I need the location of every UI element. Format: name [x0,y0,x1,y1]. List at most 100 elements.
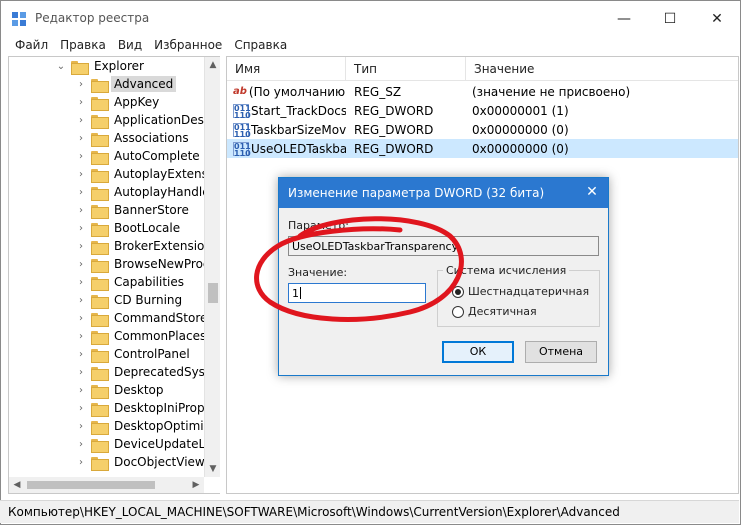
dword-value-icon: 011 110 [233,103,251,118]
radio-unchecked-icon[interactable] [452,305,464,318]
list-row[interactable]: ab (По умолчанию) REG_SZ (значение не присв… [227,82,738,101]
tree-item[interactable]: › DocObjectView [75,453,208,471]
number-base-group [437,270,600,327]
column-header-type[interactable]: Тип [346,57,466,81]
scrollbar-thumb[interactable] [208,283,218,303]
text-caret [300,287,301,299]
column-header-name[interactable]: Имя [227,57,346,81]
menu-edit[interactable]: Правка [54,37,112,57]
radio-decimal[interactable]: Десятичная [452,305,537,318]
tree-item-label: BannerStore [114,203,189,217]
chevron-right-icon[interactable]: › [75,133,87,144]
registry-tree[interactable]: ⌄ Explorer › Advanced › AppKey › ApplicationD… [8,56,220,494]
scrollbar-thumb[interactable] [27,481,155,489]
radio-hexadecimal[interactable]: Шестнадцатеричная [452,285,589,298]
cancel-button[interactable]: Отмена [525,341,597,363]
tree-item[interactable]: › BootLocale [75,219,183,237]
maximize-button[interactable]: ☐ [647,1,693,37]
chevron-right-icon[interactable]: › [75,187,87,198]
folder-icon [91,330,109,345]
chevron-right-icon[interactable]: › [75,115,87,126]
chevron-right-icon[interactable]: › [75,439,87,450]
chevron-right-icon[interactable]: › [75,169,87,180]
tree-item[interactable]: › ControlPanel [75,345,193,363]
tree-item[interactable]: › DesktopOptimiza [75,417,220,435]
folder-icon [91,240,109,255]
tree-item[interactable]: › DesktopIniProper [75,399,220,417]
tree-item[interactable]: › BrokerExtensions [75,237,220,255]
scroll-left-arrow-icon[interactable]: ◀ [9,477,25,493]
scroll-right-arrow-icon[interactable]: ▶ [188,477,204,493]
chevron-right-icon[interactable]: › [75,79,87,90]
tree-item[interactable]: › CD Burning [75,291,185,309]
tree-item[interactable]: › Capabilities [75,273,187,291]
menu-file[interactable]: Файл [9,37,54,57]
folder-icon [91,276,109,291]
chevron-right-icon[interactable]: › [75,241,87,252]
tree-horizontal-scrollbar[interactable]: ◀ ▶ [9,477,204,493]
chevron-right-icon[interactable]: › [75,295,87,306]
minimize-button[interactable]: — [601,1,647,37]
tree-item[interactable]: › AutoplayHandlers [75,183,220,201]
dword-value-icon: 011 110 [233,141,251,156]
chevron-right-icon[interactable]: › [75,403,87,414]
tree-item[interactable]: › Desktop [75,381,167,399]
dialog-title[interactable]: Изменение параметра DWORD (32 бита) [279,178,608,208]
cell-name: 011 110 TaskbarSizeMove [227,122,346,137]
tree-item[interactable]: › DeprecatedSystem [75,363,220,381]
ok-button[interactable]: ОК [442,341,514,363]
chevron-right-icon[interactable]: › [75,223,87,234]
scroll-down-arrow-icon[interactable]: ▼ [205,461,221,477]
tree-item[interactable]: › BannerStore [75,201,192,219]
tree-item[interactable]: › CommandStore [75,309,210,327]
cell-name: ab (По умолчанию) [227,85,346,99]
close-button[interactable]: ✕ [694,1,740,37]
cell-data: (значение не присвоено) [472,84,631,99]
chevron-right-icon[interactable]: › [75,277,87,288]
chevron-right-icon[interactable]: › [75,349,87,360]
tree-item[interactable]: › BrowseNewProce [75,255,220,273]
chevron-right-icon[interactable]: › [75,259,87,270]
tree-item[interactable]: › CommonPlaces [75,327,209,345]
column-header-data[interactable]: Значение [466,57,738,81]
chevron-right-icon[interactable]: › [75,331,87,342]
tree-item[interactable]: › Associations [75,129,192,147]
chevron-right-icon[interactable]: › [75,457,87,468]
tree-item-label: ControlPanel [114,347,190,361]
tree-item-label: CommonPlaces [114,329,207,343]
folder-icon [91,132,109,147]
tree-item-explorer[interactable]: ⌄ Explorer [55,57,147,75]
tree-item[interactable]: › AutoComplete [75,147,203,165]
title-bar[interactable]: Редактор реестра — ☐ ✕ [1,1,740,37]
menu-help[interactable]: Справка [228,37,293,57]
tree-item[interactable]: › ApplicationDestin [75,111,220,129]
chevron-right-icon[interactable]: › [75,205,87,216]
tree-item-label: Advanced [111,76,177,92]
menu-view[interactable]: Вид [112,37,148,57]
list-row[interactable]: 011 110 TaskbarSizeMove REG_DWORD 0x00000000… [227,120,738,139]
list-row[interactable]: 011 110 Start_TrackDocs REG_DWORD 0x00000001… [227,101,738,120]
menu-bar: Файл Правка Вид Избранное Справка [1,37,740,57]
tree-item[interactable]: › AppKey [75,93,162,111]
chevron-right-icon[interactable]: › [75,313,87,324]
chevron-right-icon[interactable]: › [75,151,87,162]
folder-icon [91,114,109,129]
menu-favorites[interactable]: Избранное [148,37,228,57]
value-label: Значение: [288,266,348,279]
chevron-right-icon[interactable]: › [75,97,87,108]
dialog-close-icon[interactable]: ✕ [584,184,600,200]
radio-checked-icon[interactable] [452,285,464,298]
scroll-up-arrow-icon[interactable]: ▲ [205,57,221,73]
list-row[interactable]: 011110UseOLEDTaskbar... REG_DWORD 0x000000… [227,139,738,158]
tree-item[interactable]: › Advanced [75,75,177,93]
tree-item[interactable]: › DeviceUpdateLoc [75,435,220,453]
value-input[interactable]: 1 [288,283,426,303]
chevron-down-icon[interactable]: ⌄ [55,61,67,72]
folder-icon [91,258,109,273]
tree-item[interactable]: › AutoplayExtensio [75,165,220,183]
chevron-right-icon[interactable]: › [75,367,87,378]
folder-icon [91,78,109,93]
tree-vertical-scrollbar[interactable]: ▲ ▼ [204,57,220,477]
chevron-right-icon[interactable]: › [75,385,87,396]
chevron-right-icon[interactable]: › [75,421,87,432]
